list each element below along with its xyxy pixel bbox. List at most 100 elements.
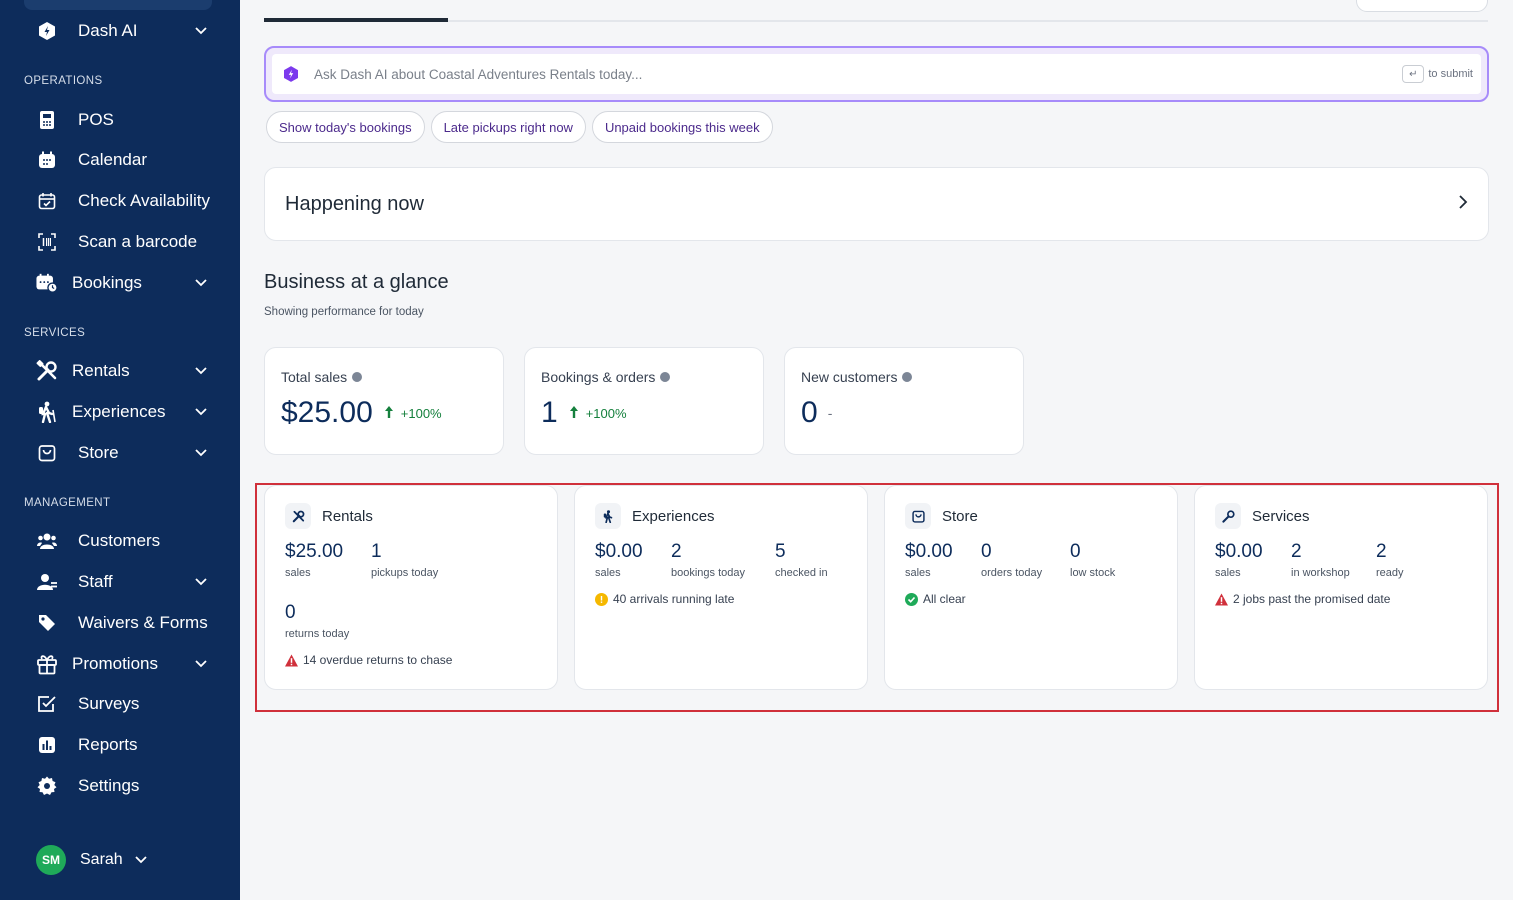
service-card-services[interactable]: Services $0.00 sales 2 in workshop 2 ready … [1194,485,1488,690]
dash-ai-icon [36,20,58,42]
sidebar-item-experiences[interactable]: Experiences [24,394,220,430]
service-card-experiences[interactable]: Experiences $0.00 sales 2 bookings today 5… [574,485,868,690]
sidebar-item-surveys[interactable]: Surveys [24,686,220,722]
happening-now-card[interactable]: Happening now [264,167,1489,241]
kpi-change: +100% [585,405,627,421]
chevron-down-icon [192,403,210,421]
chip-unpaid-bookings[interactable]: Unpaid bookings this week [591,111,773,143]
sidebar-item-label: Store [78,443,119,462]
reports-chart-icon [36,734,58,756]
alert-circle-icon [595,592,608,606]
calendar-icon [36,149,58,171]
sidebar-item-pos[interactable]: POS [24,102,220,138]
staff-icon [36,571,58,593]
kpi-label: Bookings & orders [541,369,656,385]
section-operations: OPERATIONS [24,75,103,87]
chip-late-pickups[interactable]: Late pickups right now [430,111,586,143]
metric-in-workshop: 2 in workshop [1291,541,1350,579]
service-card-title: Rentals [322,507,373,525]
sidebar-item-label: Waivers & Forms [78,613,208,632]
kpi-value: 0 [801,396,818,429]
service-note: 40 arrivals running late [595,592,734,606]
service-card-rentals[interactable]: Rentals $25.00 sales 1 pickups today 0 retu… [264,485,558,690]
warning-triangle-icon [1215,592,1228,606]
service-card-title: Store [942,507,978,525]
kpi-total-sales: Total sales $25.00 +100% [264,347,504,455]
sidebar-divider-dot [24,826,30,832]
info-icon[interactable] [902,372,913,382]
sidebar-item-check-availability[interactable]: Check Availability [24,183,220,219]
sidebar-item-label: Scan a barcode [78,232,198,251]
sidebar-item-label: Reports [78,735,138,754]
arrow-up-icon [569,405,578,421]
sidebar-item-label: Promotions [72,654,158,673]
sidebar-top-item[interactable] [24,0,212,10]
kpi-label: New customers [801,369,898,385]
pos-terminal-icon [36,109,58,131]
sidebar-item-label: Surveys [78,694,140,713]
sidebar-item-label: Rentals [72,361,130,380]
metric-orders-today: 0 orders today [981,541,1043,579]
service-card-store[interactable]: Store $0.00 sales 0 orders today 0 low stoc… [884,485,1178,690]
sidebar-item-waivers-forms[interactable]: Waivers & Forms [24,605,220,641]
chevron-down-icon [192,655,210,673]
sidebar: Dash AI OPERATIONS POS Calendar Check Av… [0,0,240,900]
sidebar-item-bookings[interactable]: Bookings [24,265,220,301]
sidebar-item-scan-barcode[interactable]: Scan a barcode [24,224,220,260]
bookings-icon [36,272,58,294]
submit-hint: to submit [1428,68,1473,80]
top-right-button[interactable] [1356,0,1488,12]
ask-input-wrapper: ↵ to submit [272,54,1481,94]
shopping-bag-icon [36,442,58,464]
avatar: SM [36,845,66,875]
sidebar-item-label: Dash AI [78,21,138,40]
arrow-up-icon [384,405,393,421]
section-services: SERVICES [24,327,86,339]
info-icon[interactable] [660,372,671,382]
shopping-bag-icon [905,503,931,529]
sidebar-item-dash-ai[interactable]: Dash AI [24,13,220,49]
tab-active-indicator[interactable] [264,18,448,22]
sidebar-item-store[interactable]: Store [24,435,220,471]
chevron-down-icon [192,22,210,40]
chevron-down-icon [192,362,210,380]
ask-dash-ai-bar: ↵ to submit [264,46,1489,102]
metric-low-stock: 0 low stock [1070,541,1116,579]
chevron-down-icon [192,274,210,292]
sidebar-item-reports[interactable]: Reports [24,727,220,763]
chevron-down-icon [135,851,147,869]
metric-sales: $0.00 sales [1215,541,1263,579]
user-name: Sarah [80,851,123,868]
kpi-change: +100% [400,405,442,421]
metric-pickups-today: 1 pickups today [371,541,439,579]
barcode-scan-icon [36,231,58,253]
suggestion-chips: Show today's bookings Late pickups right… [266,111,773,143]
section-management: MANAGEMENT [24,497,111,509]
sidebar-item-staff[interactable]: Staff [24,564,220,600]
sidebar-item-label: Staff [78,572,113,591]
sidebar-item-rentals[interactable]: Rentals [24,353,220,389]
tag-icon [36,612,58,634]
glance-title: Business at a glance [264,271,449,293]
sidebar-item-calendar[interactable]: Calendar [24,142,220,178]
metric-bookings-today: 2 bookings today [671,541,745,579]
sidebar-item-customers[interactable]: Customers [24,523,220,559]
user-menu[interactable]: SM Sarah [36,845,147,875]
sidebar-item-promotions[interactable]: Promotions [24,646,220,682]
sidebar-item-label: Customers [78,531,161,550]
sidebar-item-settings[interactable]: Settings [24,768,220,804]
chip-show-todays-bookings[interactable]: Show today's bookings [266,111,425,143]
service-card-title: Services [1252,507,1310,525]
kpi-value: $25.00 [281,396,373,429]
info-icon[interactable] [352,372,363,382]
metric-sales: $0.00 sales [905,541,953,579]
service-note: All clear [905,592,966,606]
metric-checked-in: 5 checked in [775,541,828,579]
check-circle-icon [905,592,918,606]
kpi-value: 1 [541,396,558,429]
rentals-tools-icon [36,360,58,382]
hiker-icon [36,401,58,423]
kpi-change: - [827,405,833,421]
metric-ready: 2 ready [1376,541,1404,579]
ask-dash-ai-input[interactable] [314,66,1403,82]
